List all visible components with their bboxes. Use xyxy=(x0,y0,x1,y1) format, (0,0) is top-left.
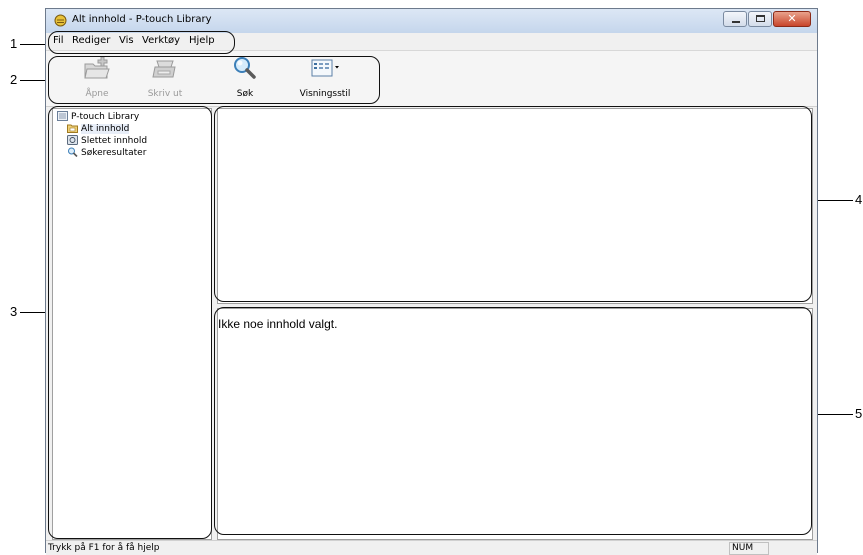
print-label: Skriv ut xyxy=(147,89,183,99)
window-title: Alt innhold - P-touch Library xyxy=(72,14,212,25)
callout-4: 4 xyxy=(855,192,863,207)
callout-4-line xyxy=(812,200,853,201)
menu-hjelp[interactable]: Hjelp xyxy=(189,35,215,46)
close-icon: ✕ xyxy=(787,12,797,25)
preview-pane: Ikke noe innhold valgt. xyxy=(217,308,813,540)
open-label: Åpne xyxy=(85,89,109,99)
tree-root[interactable]: P-touch Library xyxy=(57,111,139,123)
view-style-label: Visningsstil xyxy=(299,89,351,99)
toolbar: Åpne Skriv ut Søk Visningsstil xyxy=(46,51,817,107)
callout-3: 3 xyxy=(10,304,18,319)
status-help-text: Trykk på F1 for å få hjelp xyxy=(48,543,160,553)
tree-item-label: Søkeresultater xyxy=(81,148,147,158)
search-icon xyxy=(234,57,256,79)
callout-1: 1 xyxy=(10,36,18,51)
minimize-button[interactable] xyxy=(723,11,747,27)
view-style-icon xyxy=(311,59,339,77)
menu-verktoy[interactable]: Verktøy xyxy=(142,35,180,46)
search-results-icon xyxy=(68,147,78,157)
view-style-button[interactable]: Visningsstil xyxy=(290,55,360,99)
window-controls: ✕ xyxy=(722,11,811,27)
open-button[interactable]: Åpne xyxy=(62,55,132,99)
search-button[interactable]: Søk xyxy=(210,55,280,99)
menu-rediger[interactable]: Rediger xyxy=(72,35,110,46)
callout-5: 5 xyxy=(855,406,863,421)
open-folder-icon xyxy=(84,56,110,79)
tree-item-sokeresultater[interactable]: Søkeresultater xyxy=(67,147,146,159)
tree-root-label: P-touch Library xyxy=(71,112,140,122)
app-icon xyxy=(54,14,67,27)
callout-3-line xyxy=(20,312,48,313)
title-bar[interactable]: Alt innhold - P-touch Library ✕ xyxy=(46,9,817,33)
callout-2-line xyxy=(20,80,48,81)
callout-5-line xyxy=(812,414,853,415)
tree-item-alt-innhold[interactable]: Alt innhold xyxy=(67,123,130,135)
folder-icon xyxy=(67,124,78,133)
print-button[interactable]: Skriv ut xyxy=(130,55,200,99)
search-label: Søk xyxy=(236,89,254,99)
callout-2: 2 xyxy=(10,72,18,87)
num-lock-indicator: NUM xyxy=(729,542,769,555)
minimize-icon xyxy=(732,21,740,23)
content-list-pane[interactable] xyxy=(217,108,813,304)
menu-vis[interactable]: Vis xyxy=(119,35,134,46)
menu-bar: Fil Rediger Vis Verktøy Hjelp xyxy=(46,33,817,51)
maximize-button[interactable] xyxy=(748,11,772,27)
menu-fil[interactable]: Fil xyxy=(53,35,64,46)
close-button[interactable]: ✕ xyxy=(773,11,811,27)
printer-icon xyxy=(152,60,176,78)
library-tree[interactable]: P-touch Library Alt innhold Slettet innh… xyxy=(52,108,212,540)
maximize-icon xyxy=(756,15,765,22)
no-content-message: Ikke noe innhold valgt. xyxy=(218,317,338,331)
tree-item-label: Slettet innhold xyxy=(81,136,148,146)
app-window: Alt innhold - P-touch Library ✕ Fil Redi… xyxy=(45,8,818,555)
tree-item-label: Alt innhold xyxy=(81,124,130,134)
trash-icon xyxy=(67,135,78,145)
library-icon xyxy=(57,111,68,121)
tree-item-slettet-innhold[interactable]: Slettet innhold xyxy=(67,135,147,147)
callout-1-line xyxy=(20,44,48,45)
